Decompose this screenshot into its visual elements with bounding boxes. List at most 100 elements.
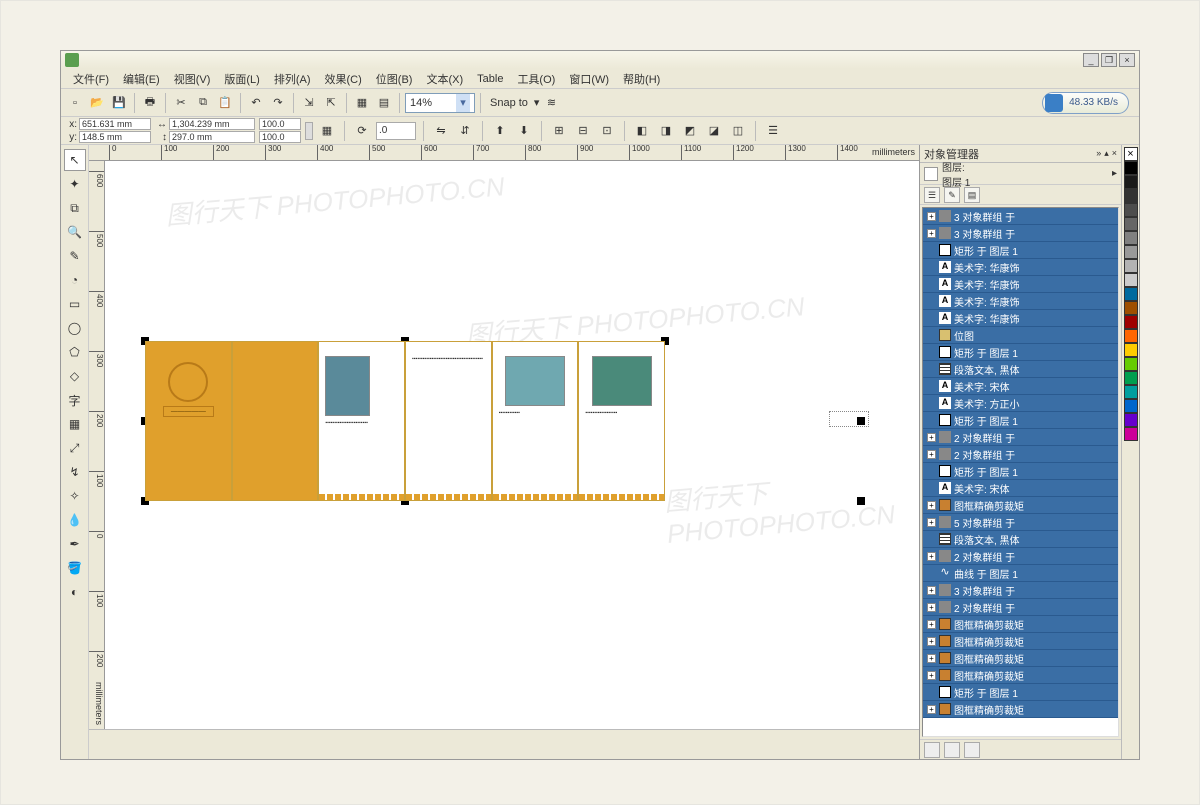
menu-edit[interactable]: 编辑(E)	[117, 69, 166, 89]
expand-icon[interactable]: +	[927, 671, 936, 680]
object-item[interactable]: A美术字: 宋体	[923, 480, 1118, 497]
menu-table[interactable]: Table	[471, 71, 509, 87]
color-swatch[interactable]	[1124, 301, 1138, 315]
object-item[interactable]: 矩形 于 图层 1	[923, 412, 1118, 429]
expand-icon[interactable]: +	[927, 603, 936, 612]
rectangle-tool-icon[interactable]: ▭	[64, 293, 86, 315]
menu-window[interactable]: 窗口(W)	[563, 69, 615, 89]
x-input[interactable]: 651.631 mm	[79, 118, 151, 130]
object-item[interactable]: 段落文本, 黑体	[923, 531, 1118, 548]
save-icon[interactable]: 💾	[109, 93, 129, 113]
to-back-icon[interactable]: ⬇	[514, 121, 534, 141]
connector-icon[interactable]: ↯	[64, 461, 86, 483]
no-fill-swatch[interactable]	[1124, 147, 1138, 161]
color-swatch[interactable]	[1124, 329, 1138, 343]
align-icon[interactable]: ☰	[763, 121, 783, 141]
handle-bot-right[interactable]	[857, 497, 865, 505]
object-item[interactable]: +2 对象群组 于	[923, 446, 1118, 463]
import-icon[interactable]: ⇲	[299, 93, 319, 113]
object-item[interactable]: A美术字: 华康饰	[923, 259, 1118, 276]
color-swatch[interactable]	[1124, 189, 1138, 203]
basic-shapes-icon[interactable]: ◇	[64, 365, 86, 387]
rotate-icon[interactable]: ⟳	[352, 121, 372, 141]
close-button[interactable]: ×	[1119, 53, 1135, 67]
expand-icon[interactable]: +	[927, 450, 936, 459]
docker-close-icon[interactable]: ×	[1112, 148, 1117, 159]
menu-view[interactable]: 视图(V)	[168, 69, 217, 89]
zoom-select[interactable]: 14% ▾	[405, 93, 475, 113]
menu-bitmap[interactable]: 位图(B)	[370, 69, 419, 89]
nonprop-scale-icon[interactable]: ▦	[317, 121, 337, 141]
interactive-icon[interactable]: ✧	[64, 485, 86, 507]
snap-options-icon[interactable]: ≋	[541, 93, 561, 113]
to-front-icon[interactable]: ⬆	[490, 121, 510, 141]
menu-help[interactable]: 帮助(H)	[617, 69, 666, 89]
color-swatch[interactable]	[1124, 427, 1138, 441]
object-item[interactable]: +2 对象群组 于	[923, 599, 1118, 616]
copy-icon[interactable]: ⧉	[193, 93, 213, 113]
object-item[interactable]: +5 对象群组 于	[923, 514, 1118, 531]
ungroup-icon[interactable]: ⊟	[573, 121, 593, 141]
color-swatch[interactable]	[1124, 231, 1138, 245]
outline-tool-icon[interactable]: ✒	[64, 533, 86, 555]
mirror-h-icon[interactable]: ⇋	[431, 121, 451, 141]
intersect-icon[interactable]: ◪	[704, 121, 724, 141]
object-list[interactable]: +3 对象群组 于+3 对象群组 于矩形 于 图层 1A美术字: 华康饰A美术字…	[922, 207, 1119, 737]
height-input[interactable]: 297.0 mm	[169, 131, 255, 143]
print-icon[interactable]: 🖶	[140, 93, 160, 113]
object-item[interactable]: +图框精确剪裁矩	[923, 667, 1118, 684]
object-item[interactable]: +图框精确剪裁矩	[923, 701, 1118, 718]
text-tool-icon[interactable]: 字	[64, 389, 86, 411]
object-item[interactable]: A美术字: 华康饰	[923, 310, 1118, 327]
object-item[interactable]: A美术字: 华康饰	[923, 293, 1118, 310]
canvas[interactable]: 图行天下 PHOTOPHOTO.CN 图行天下 PHOTOPHOTO.CN 图行…	[105, 161, 919, 729]
color-swatch[interactable]	[1124, 259, 1138, 273]
expand-icon[interactable]: +	[927, 637, 936, 646]
cut-icon[interactable]: ✂	[171, 93, 191, 113]
color-swatch[interactable]	[1124, 343, 1138, 357]
object-item[interactable]: A美术字: 宋体	[923, 378, 1118, 395]
shape-tool-icon[interactable]: ✦	[64, 173, 86, 195]
restore-button[interactable]: ❐	[1101, 53, 1117, 67]
ungroup-all-icon[interactable]: ⊡	[597, 121, 617, 141]
weld-icon[interactable]: ◨	[656, 121, 676, 141]
object-item[interactable]: +3 对象群组 于	[923, 225, 1118, 242]
expand-icon[interactable]: +	[927, 518, 936, 527]
snap-label[interactable]: Snap to	[490, 97, 528, 109]
object-item[interactable]: +图框精确剪裁矩	[923, 633, 1118, 650]
menu-layout[interactable]: 版面(L)	[218, 69, 265, 89]
expand-icon[interactable]: +	[927, 586, 936, 595]
freehand-tool-icon[interactable]: ✎	[64, 245, 86, 267]
object-item[interactable]: 矩形 于 图层 1	[923, 463, 1118, 480]
scale-x-input[interactable]: 100.0	[259, 118, 301, 130]
scale-y-input[interactable]: 100.0	[259, 131, 301, 143]
undo-icon[interactable]: ↶	[246, 93, 266, 113]
fill-tool-icon[interactable]: 🪣	[64, 557, 86, 579]
object-item[interactable]: +图框精确剪裁矩	[923, 616, 1118, 633]
welcome-icon[interactable]: ▤	[374, 93, 394, 113]
crop-tool-icon[interactable]: ⧉	[64, 197, 86, 219]
color-swatch[interactable]	[1124, 175, 1138, 189]
table-tool-icon[interactable]: ▦	[64, 413, 86, 435]
object-item[interactable]: 矩形 于 图层 1	[923, 344, 1118, 361]
menu-arrange[interactable]: 排列(A)	[268, 69, 317, 89]
docker-collapse-icon[interactable]: ▴	[1104, 148, 1109, 159]
menu-file[interactable]: 文件(F)	[67, 69, 115, 89]
object-item[interactable]: +3 对象群组 于	[923, 582, 1118, 599]
eyedropper-icon[interactable]: 💧	[64, 509, 86, 531]
docker-expand-icon[interactable]: »	[1096, 148, 1101, 159]
ellipse-tool-icon[interactable]: ◯	[64, 317, 86, 339]
color-swatch[interactable]	[1124, 357, 1138, 371]
menu-tools[interactable]: 工具(O)	[511, 69, 561, 89]
empty-text-frame[interactable]	[829, 411, 869, 427]
simplify-icon[interactable]: ◫	[728, 121, 748, 141]
minimize-button[interactable]: _	[1083, 53, 1099, 67]
new-master-icon[interactable]	[944, 742, 960, 758]
color-swatch[interactable]	[1124, 217, 1138, 231]
color-swatch[interactable]	[1124, 287, 1138, 301]
expand-icon[interactable]: +	[927, 654, 936, 663]
pick-tool-icon[interactable]: ↖	[64, 149, 86, 171]
expand-icon[interactable]: +	[927, 552, 936, 561]
object-item[interactable]: 位图	[923, 327, 1118, 344]
options-flyout-icon[interactable]: ▸	[1112, 168, 1117, 179]
